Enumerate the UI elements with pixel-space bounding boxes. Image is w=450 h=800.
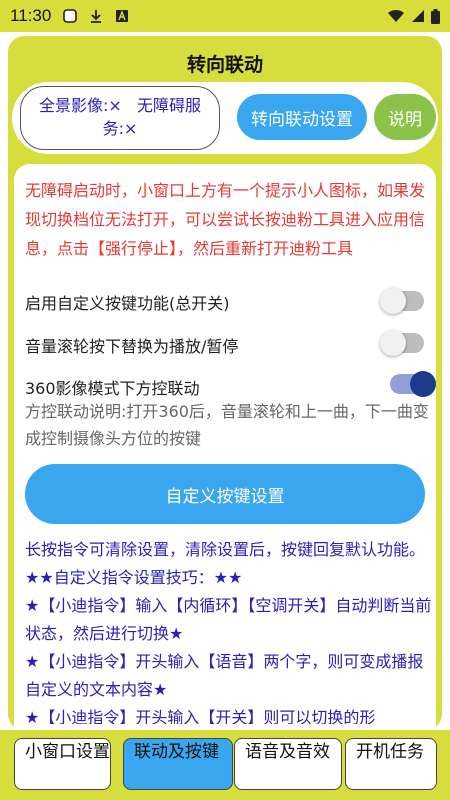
tip-item: ★【小迪指令】开头输入【开关】则可以切换的形 [25, 708, 376, 724]
status-line-2: 务:× [102, 119, 138, 138]
setting-label: 360影像模式下方控联动 [25, 379, 200, 398]
status-bar: 11:30 [0, 0, 450, 32]
360-linkage-toggle[interactable] [390, 371, 436, 397]
status-time: 11:30 [10, 6, 52, 25]
keyboard-a-icon [116, 10, 129, 22]
setting-row-360-linkage[interactable]: 360影像模式下方控联动 [25, 375, 435, 399]
setting-label: 启用自定义按键功能(总开关) [25, 294, 230, 313]
tip-item: ★【小迪指令】开头输入【语音】两个字，则可变成播报自定义的文本内容★ [25, 652, 424, 699]
tip-item: ★★自定义指令设置技巧：★★ [25, 568, 243, 587]
warning-text: 无障碍启动时，小窗口上方有一个提示小人图标，如果发现切换档位无法打开，可以尝试长… [25, 181, 426, 258]
wifi-icon [388, 9, 404, 22]
notification-app-icon [63, 9, 78, 23]
status-line-1: 全景影像:× 无障碍服 [38, 96, 202, 115]
custom-keys-button[interactable]: 自定义按键设置 [25, 464, 425, 524]
tab-linkage-keys[interactable]: 联动及按键 [123, 738, 233, 790]
master-switch-toggle[interactable] [380, 288, 424, 314]
tab-boot-tasks[interactable]: 开机任务 [345, 738, 437, 790]
battery-icon [431, 8, 440, 24]
volume-play-pause-toggle[interactable] [380, 330, 424, 356]
service-status-badge: 全景影像:× 无障碍服 务:× [20, 86, 220, 150]
tab-voice-sound[interactable]: 语音及音效 [234, 738, 342, 790]
setting-label: 音量滚轮按下替换为播放/暂停 [25, 337, 239, 356]
download-icon [91, 10, 102, 23]
toggle-knob [410, 371, 436, 397]
tip-item: ★【小迪指令】输入【内循环】【空调开关】自动判断当前状态，然后进行切换★ [25, 596, 432, 643]
setting-row-master-switch[interactable]: 启用自定义按键功能(总开关) [25, 290, 435, 314]
tab-small-window[interactable]: 小窗口设置 [14, 738, 111, 790]
link-settings-button[interactable]: 转向联动设置 [237, 94, 367, 140]
linkage-description: 方控联动说明:打开360后，音量滚轮和上一曲，下一曲变成控制摄像头方位的按键 [25, 402, 429, 448]
toggle-knob [380, 330, 406, 356]
tip-item: 长按指令可清除设置，清除设置后，按键回复默认功能。 [25, 540, 426, 559]
help-button[interactable]: 说明 [374, 94, 436, 140]
tips-list: 长按指令可清除设置，清除设置后，按键回复默认功能。 ★★自定义指令设置技巧：★★… [25, 536, 439, 724]
toggle-knob [380, 288, 406, 314]
setting-row-volume-play-pause[interactable]: 音量滚轮按下替换为播放/暂停 [25, 333, 435, 357]
page-title: 转向联动 [186, 54, 263, 76]
signal-icon [412, 10, 424, 22]
